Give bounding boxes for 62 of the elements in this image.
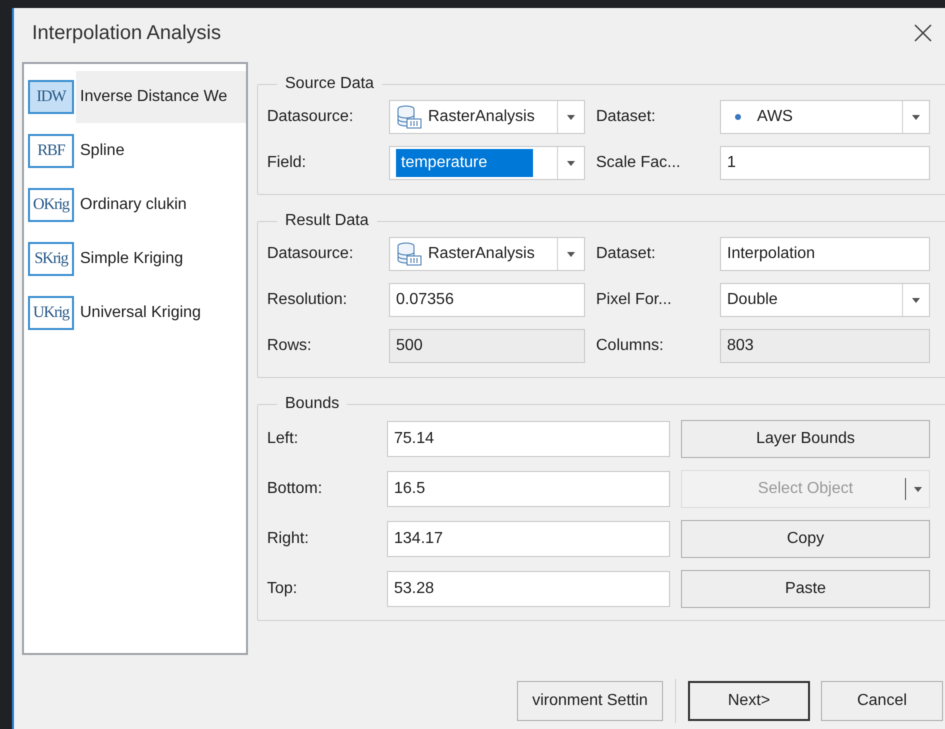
method-item[interactable]: SKrig Simple Kriging xyxy=(24,232,246,286)
field-label: Rows: xyxy=(267,336,312,356)
dropdown-arrow-icon xyxy=(567,252,575,256)
method-icon: UKrig xyxy=(28,296,74,330)
dropdown-arrow-icon xyxy=(914,486,922,492)
method-label: Ordinary clukin xyxy=(79,195,188,215)
database-icon xyxy=(396,242,422,266)
action-button[interactable]: Layer Bounds xyxy=(681,420,930,458)
method-item[interactable]: OKrig Ordinary clukin xyxy=(24,178,246,232)
dropdown-field[interactable]: RasterAnalysis xyxy=(389,237,585,271)
readonly-field: 803 xyxy=(720,329,930,363)
readonly-field: 500 xyxy=(389,329,585,363)
dropdown-arrow-icon xyxy=(567,114,575,120)
dialog-button[interactable]: Next> xyxy=(688,681,810,721)
field-label: Left: xyxy=(267,429,300,449)
group-title: Bounds xyxy=(284,394,340,414)
input-field[interactable]: 53.28 xyxy=(387,571,670,607)
dropdown-arrow-icon xyxy=(567,160,575,166)
dropdown-field[interactable]: AWS xyxy=(720,100,930,134)
dropdown-field[interactable]: Double xyxy=(720,283,930,317)
window-title: Interpolation Analysis xyxy=(32,21,222,46)
method-label: Universal Kriging xyxy=(79,303,202,323)
input-field[interactable]: 1 xyxy=(720,146,930,180)
method-icon: OKrig xyxy=(28,188,74,222)
field-label: Datasource: xyxy=(267,107,354,127)
method-label: Simple Kriging xyxy=(79,249,184,269)
field-label: Resolution: xyxy=(267,290,348,310)
dropdown-field[interactable]: temperature xyxy=(389,146,585,180)
group-title: Result Data xyxy=(284,211,370,231)
method-label: Spline xyxy=(79,141,126,161)
method-icon: RBF xyxy=(28,134,74,168)
input-field[interactable]: 134.17 xyxy=(387,521,670,557)
dialog-button[interactable]: vironment Settin xyxy=(517,681,663,721)
field-label: Datasource: xyxy=(267,244,354,264)
method-label: Inverse Distance We xyxy=(76,71,246,123)
input-field[interactable]: 75.14 xyxy=(387,421,670,457)
method-icon: IDW xyxy=(28,80,74,114)
dropdown-field[interactable]: RasterAnalysis xyxy=(389,100,585,134)
method-icon: SKrig xyxy=(28,242,74,276)
dropdown-arrow-icon xyxy=(912,114,920,120)
input-field[interactable]: 16.5 xyxy=(387,471,670,507)
input-field[interactable]: 0.07356 xyxy=(389,283,585,317)
field-label: Dataset: xyxy=(595,107,657,127)
group-title: Source Data xyxy=(284,74,375,94)
field-label: Scale Fac... xyxy=(595,153,682,173)
field-label: Right: xyxy=(267,529,310,549)
field-label: Field: xyxy=(267,153,308,173)
field-label: Dataset: xyxy=(595,244,657,264)
dialog-button[interactable]: Cancel xyxy=(821,681,943,721)
input-field[interactable]: Interpolation xyxy=(720,237,930,271)
action-button[interactable]: Copy xyxy=(681,520,930,558)
method-item[interactable]: IDW Inverse Distance We xyxy=(24,70,246,124)
field-label: Top: xyxy=(267,579,298,599)
dropdown-arrow-icon xyxy=(912,298,920,302)
method-item[interactable]: RBF Spline xyxy=(24,124,246,178)
field-label: Pixel For... xyxy=(595,290,673,310)
field-label: Bottom: xyxy=(267,479,324,499)
database-icon xyxy=(396,105,422,129)
method-item[interactable]: UKrig Universal Kriging xyxy=(24,286,246,340)
close-icon xyxy=(914,24,932,42)
action-button[interactable]: Paste xyxy=(681,570,930,608)
field-label: Columns: xyxy=(595,336,665,356)
